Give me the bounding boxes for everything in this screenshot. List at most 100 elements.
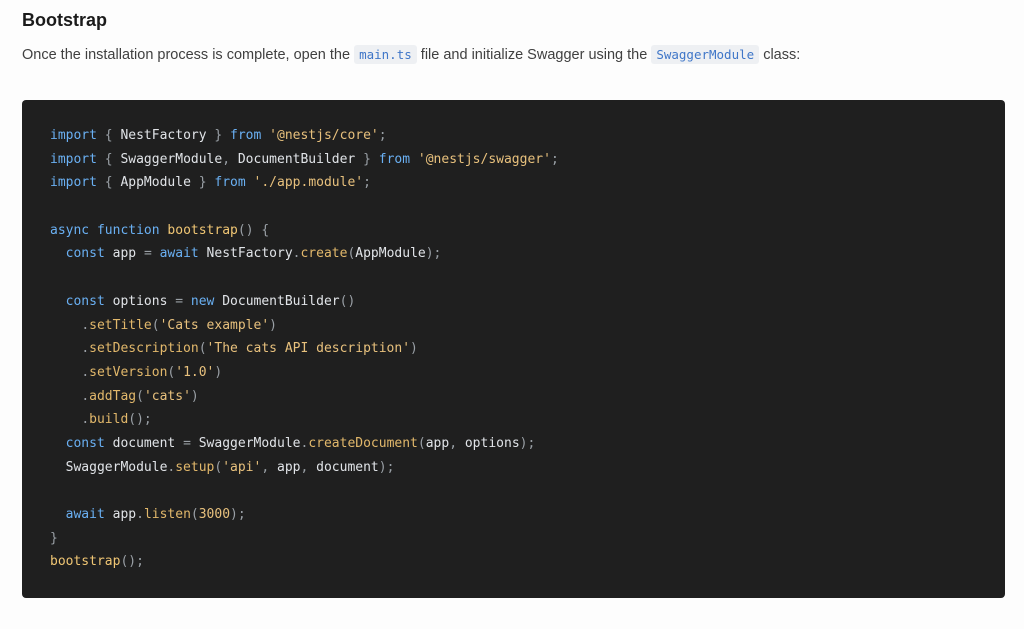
code-token: . — [81, 341, 90, 357]
code-token: listen — [143, 507, 191, 522]
code-token: app — [425, 435, 450, 451]
inline-code-swagger-module: SwaggerModule — [651, 45, 760, 64]
code-token: 'cats' — [143, 388, 191, 404]
code-token: options — [104, 293, 176, 309]
code-token: = — [175, 293, 191, 309]
code-token: setVersion — [89, 364, 168, 380]
code-token: (); — [120, 554, 144, 570]
code-token: = — [183, 435, 199, 451]
code-token: setup — [175, 459, 215, 475]
code-token: setDescription — [89, 341, 199, 357]
code-token: from — [230, 128, 262, 143]
code-token: ); — [378, 459, 395, 475]
code-token: await — [65, 507, 105, 522]
code-token: . — [81, 388, 90, 404]
code-token: import — [50, 128, 97, 143]
code-token: ) — [214, 364, 223, 380]
code-token: ); — [230, 507, 246, 522]
code-line: await app.listen(3000); — [50, 503, 977, 527]
code-content[interactable]: import { NestFactory } from '@nestjs/cor… — [50, 124, 977, 574]
code-token: new — [190, 293, 215, 309]
intro-text-middle: file and initialize Swagger using the — [416, 47, 652, 63]
code-token: SwaggerModule — [50, 459, 168, 475]
code-token: () — [339, 293, 356, 309]
code-token: } — [206, 128, 231, 143]
code-line: SwaggerModule.setup('api', app, document… — [50, 456, 977, 480]
code-token: const — [65, 246, 105, 262]
code-token: , — [449, 435, 465, 451]
code-token: await — [159, 246, 199, 262]
code-line: import { AppModule } from './app.module'… — [50, 171, 977, 195]
code-token: 'api' — [222, 459, 262, 475]
code-token: bootstrap — [50, 554, 121, 570]
code-token: app — [104, 246, 144, 262]
code-token: (); — [128, 412, 152, 428]
code-token: , — [222, 151, 238, 167]
code-token: ) — [190, 388, 199, 404]
code-token: '1.0' — [175, 364, 215, 380]
code-token: , — [261, 459, 277, 475]
code-token: from — [378, 151, 411, 167]
code-token: NestFactory — [120, 128, 207, 143]
code-token: ( — [417, 435, 426, 451]
code-token: } — [190, 175, 215, 191]
code-token: async — [50, 222, 90, 238]
code-token: { — [96, 175, 121, 191]
code-line: import { SwaggerModule, DocumentBuilder … — [50, 148, 977, 172]
code-token: 'Cats example' — [159, 317, 270, 333]
code-token: 3000 — [198, 507, 231, 522]
code-line: bootstrap(); — [50, 550, 977, 574]
code-line: .build(); — [50, 408, 977, 432]
code-token: SwaggerModule — [198, 435, 301, 451]
code-token: ) — [410, 341, 418, 357]
code-line: const document = SwaggerModule.createDoc… — [50, 432, 977, 456]
code-token: ; — [378, 128, 387, 143]
code-token: ( — [190, 507, 199, 522]
code-token: const — [65, 435, 105, 451]
code-token: from — [214, 175, 246, 191]
code-token: document — [316, 459, 379, 475]
code-token: ( — [198, 341, 207, 357]
code-token: ); — [519, 435, 536, 451]
code-token: AppModule — [120, 175, 191, 191]
code-token: const — [65, 293, 105, 309]
code-token: SwaggerModule — [120, 151, 223, 167]
code-token: setTitle — [89, 317, 152, 333]
code-token: ); — [425, 246, 442, 262]
code-token: ( — [136, 388, 144, 404]
code-block[interactable]: import { NestFactory } from '@nestjs/cor… — [22, 100, 1005, 598]
code-token: createDocument — [308, 435, 418, 451]
code-token: '@nestjs/swagger' — [417, 151, 551, 167]
code-token: ( — [151, 317, 160, 333]
code-token: create — [300, 246, 348, 262]
code-line: } — [50, 527, 977, 551]
code-token: '@nestjs/core' — [269, 128, 379, 143]
code-line: .setVersion('1.0') — [50, 361, 977, 385]
code-token: function — [96, 222, 160, 238]
code-token: document — [104, 435, 184, 451]
code-token: ) — [269, 317, 277, 333]
code-token: import — [50, 175, 97, 191]
code-token: NestFactory — [198, 246, 293, 262]
code-line: .addTag('cats') — [50, 385, 977, 409]
code-line: async function bootstrap() { — [50, 219, 977, 243]
code-token: './app.module' — [253, 175, 364, 191]
code-token: options — [464, 435, 520, 451]
code-token: . — [81, 364, 90, 380]
code-token: app — [104, 507, 137, 522]
code-token: build — [89, 412, 129, 428]
code-token: { — [96, 128, 121, 143]
code-token: { — [96, 151, 121, 167]
code-token: addTag — [89, 388, 137, 404]
